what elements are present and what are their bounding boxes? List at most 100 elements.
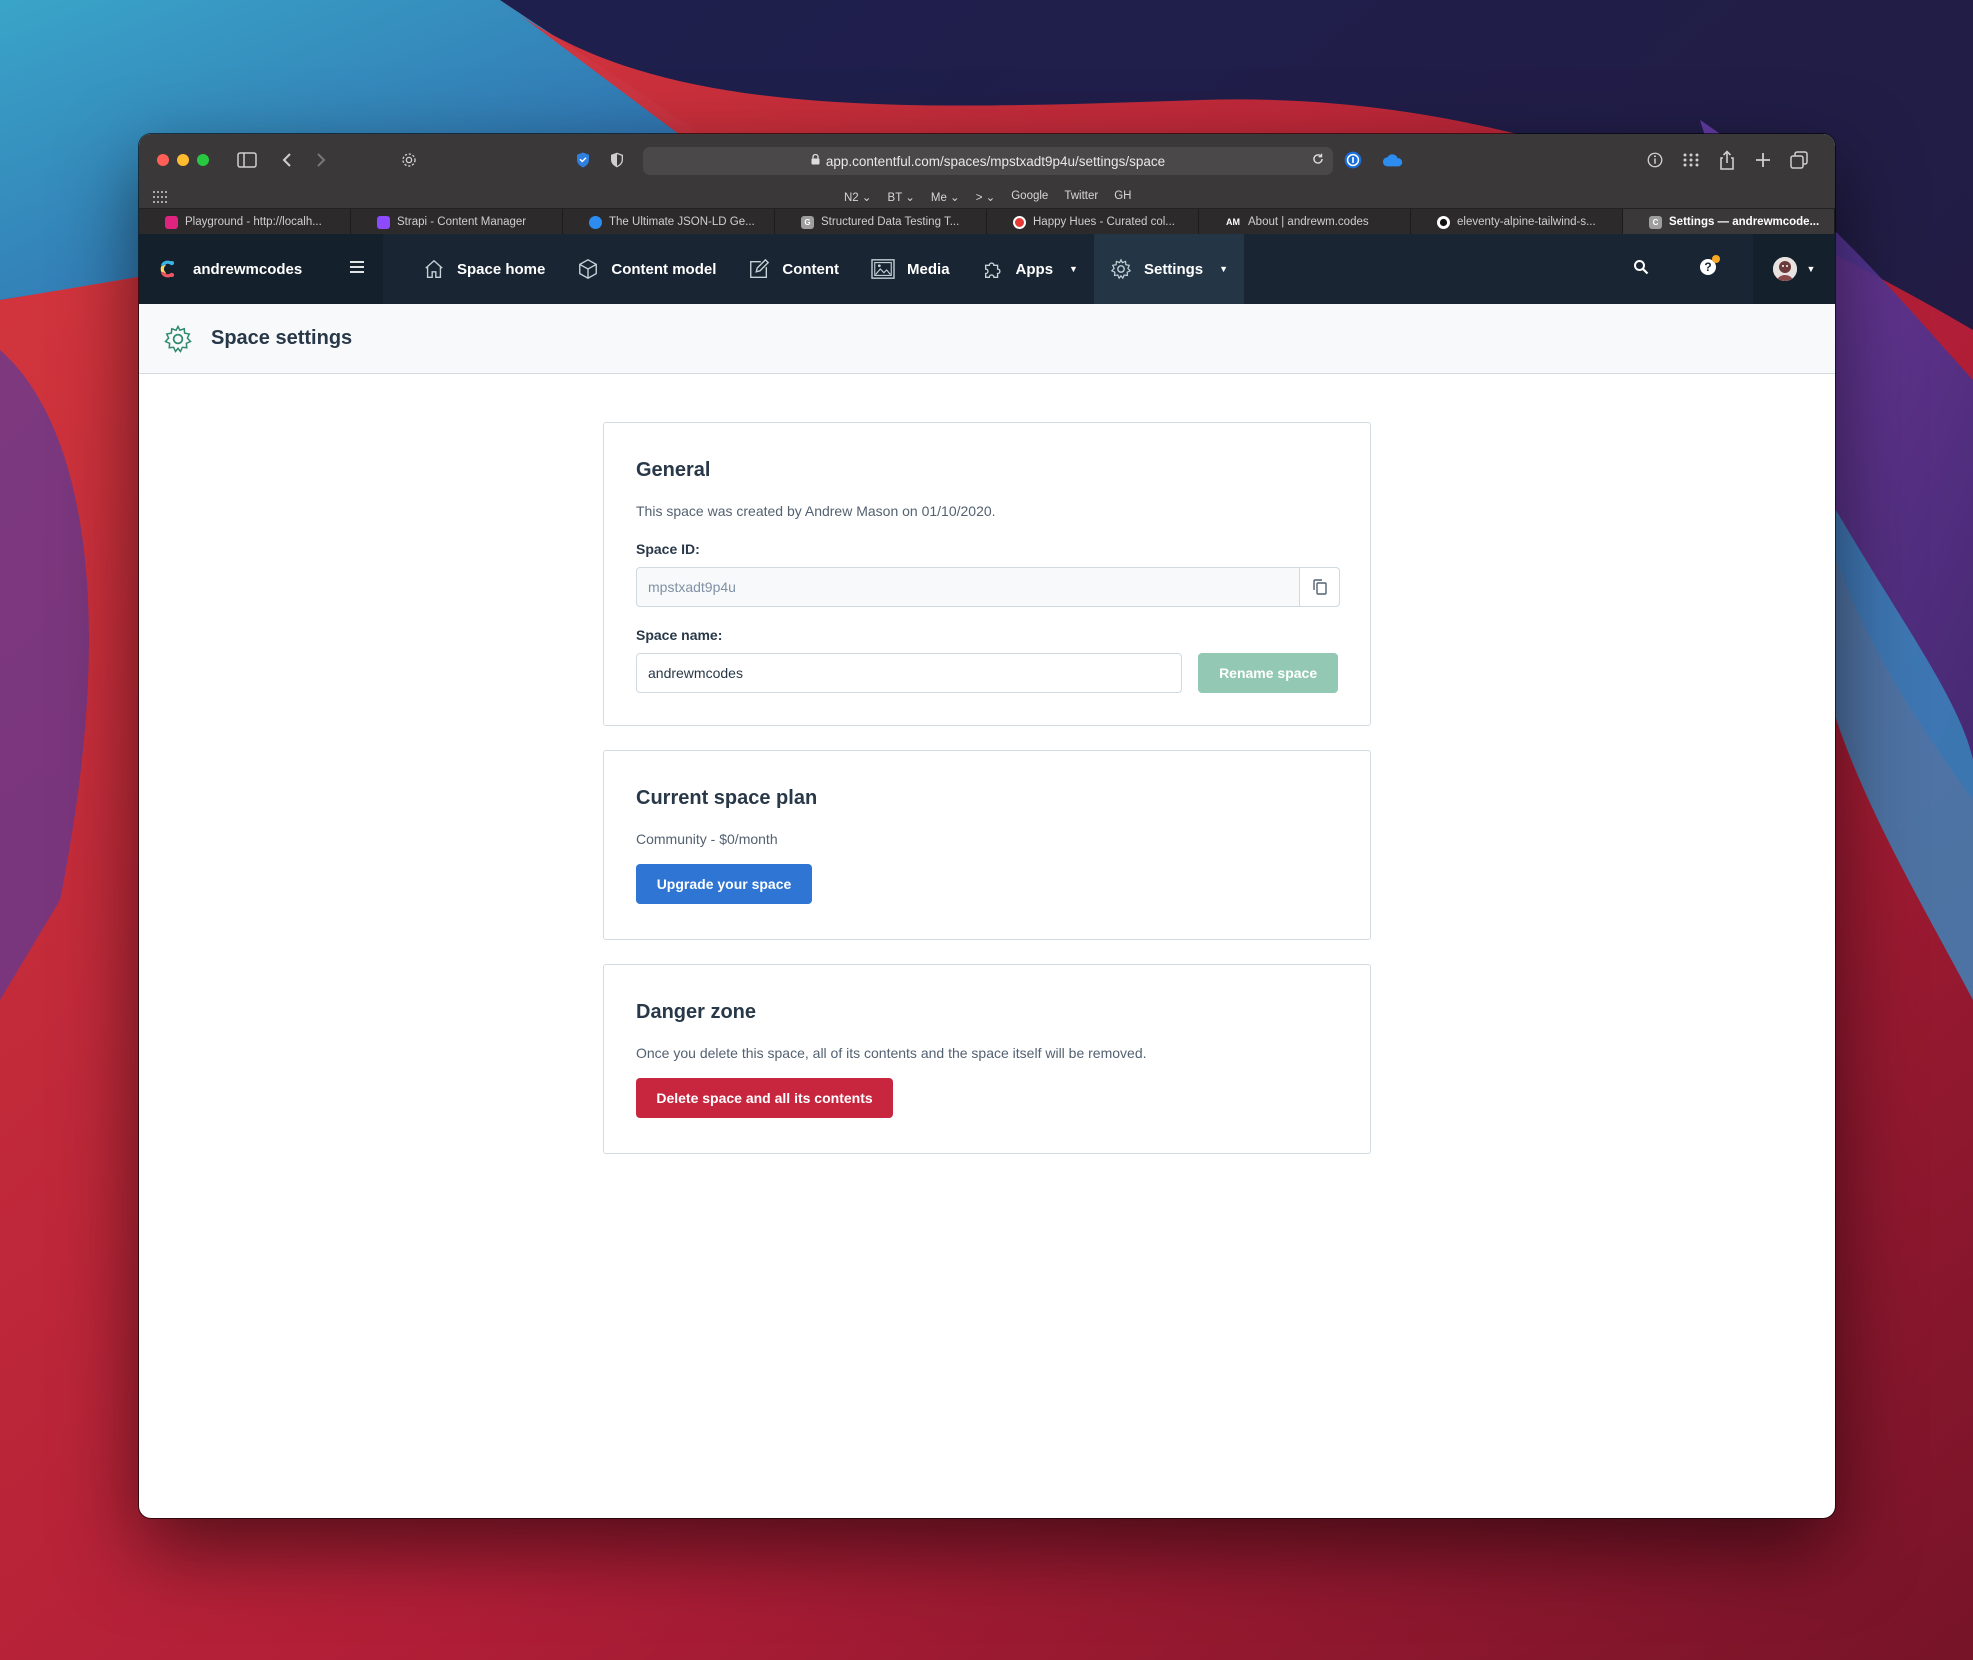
browser-window: app.contentful.com/spaces/mpstxadt9p4u/s…: [139, 134, 1835, 1518]
bookmark-item[interactable]: GH: [1114, 190, 1131, 204]
nav-item-space-home[interactable]: Space home: [407, 234, 561, 304]
bitwarden-shield-icon[interactable]: [571, 148, 595, 172]
danger-warning-text: Once you delete this space, all of its c…: [636, 1045, 1147, 1061]
bookmark-item[interactable]: Me ⌄: [931, 190, 960, 204]
browser-tab[interactable]: Strapi - Content Manager: [351, 209, 563, 235]
favicon-icon: G: [801, 215, 814, 229]
bookmark-item[interactable]: BT ⌄: [888, 190, 915, 204]
new-tab-icon[interactable]: [1751, 148, 1775, 172]
search-icon[interactable]: [1633, 259, 1649, 280]
browser-tab[interactable]: Playground - http://localh...: [139, 209, 351, 235]
page-title: Space settings: [211, 327, 353, 349]
space-plan-heading: Current space plan: [636, 787, 818, 809]
app-navigation: andrewmcodes Space home Content model Co…: [139, 234, 1835, 304]
danger-zone-heading: Danger zone: [636, 1001, 757, 1023]
bookmark-item[interactable]: > ⌄: [976, 190, 996, 204]
nav-label: Content model: [611, 260, 717, 278]
space-created-text: This space was created by Andrew Mason o…: [636, 503, 996, 519]
url-text: app.contentful.com/spaces/mpstxadt9p4u/s…: [825, 153, 1166, 169]
tab-bar: Playground - http://localh... Strapi - C…: [139, 208, 1835, 235]
settings-gear-icon: [164, 324, 192, 353]
zoom-window-button[interactable]: [197, 154, 209, 166]
bookmark-item[interactable]: Google: [1011, 190, 1048, 204]
general-card: General This space was created by Andrew…: [603, 422, 1371, 726]
space-name-input[interactable]: andrewmcodes: [636, 653, 1183, 693]
space-switcher[interactable]: andrewmcodes: [139, 234, 383, 304]
nav-label: Content: [782, 260, 840, 278]
space-id-value: mpstxadt9p4u: [648, 579, 736, 595]
space-name: andrewmcodes: [193, 260, 303, 278]
bookmarks-grid-icon[interactable]: [153, 191, 167, 206]
account-menu[interactable]: ▼: [1753, 234, 1835, 304]
general-heading: General: [636, 459, 711, 481]
tab-label: The Ultimate JSON-LD Ge...: [609, 216, 755, 228]
nav-item-content[interactable]: Content: [732, 234, 855, 304]
favicon-icon: [165, 215, 178, 229]
reload-icon[interactable]: [1311, 152, 1325, 169]
bookmarks-bar: N2 ⌄ BT ⌄ Me ⌄ > ⌄ Google Twitter GH: [139, 186, 1835, 208]
hamburger-menu-icon[interactable]: [349, 260, 365, 279]
browser-tab[interactable]: The Ultimate JSON-LD Ge...: [563, 209, 775, 235]
extension-gear-icon[interactable]: [397, 148, 421, 172]
contentful-logo-icon: [160, 260, 174, 278]
nav-utilities: ? ▼: [1633, 234, 1835, 304]
close-window-button[interactable]: [157, 154, 169, 166]
help-icon[interactable]: ?: [1699, 254, 1720, 281]
minimize-window-button[interactable]: [177, 154, 189, 166]
delete-space-button[interactable]: Delete space and all its contents: [636, 1078, 893, 1118]
github-icon: [1437, 215, 1450, 229]
favicon-icon: C: [1649, 215, 1662, 229]
space-id-label: Space ID:: [636, 541, 700, 557]
sidebar-toggle-icon[interactable]: [235, 148, 259, 172]
favicon-icon: [377, 215, 390, 229]
danger-zone-card: Danger zone Once you delete this space, …: [603, 964, 1371, 1154]
space-plan-card: Current space plan Community - $0/month …: [603, 750, 1371, 940]
nav-label: Apps: [1015, 260, 1054, 278]
tab-label: Structured Data Testing T...: [821, 216, 960, 228]
copy-button[interactable]: [1299, 568, 1339, 606]
browser-tab[interactable]: eleventy-alpine-tailwind-s...: [1411, 209, 1623, 235]
tab-label: Strapi - Content Manager: [397, 216, 527, 228]
bookmark-item[interactable]: N2 ⌄: [844, 190, 872, 204]
share-icon[interactable]: [1715, 148, 1739, 172]
privacy-shield-icon[interactable]: [605, 148, 629, 172]
space-name-value: andrewmcodes: [648, 665, 743, 681]
nav-label: Media: [907, 260, 950, 278]
nav-item-apps[interactable]: Apps ▼: [966, 234, 1094, 304]
browser-tab[interactable]: G Structured Data Testing T...: [775, 209, 987, 235]
main-nav: Space home Content model Content Media A…: [407, 234, 1245, 304]
address-bar[interactable]: app.contentful.com/spaces/mpstxadt9p4u/s…: [643, 147, 1333, 175]
onepassword-icon[interactable]: [1341, 148, 1365, 172]
tab-overview-icon[interactable]: [1787, 148, 1811, 172]
cloud-icon[interactable]: [1379, 148, 1407, 172]
nav-item-settings[interactable]: Settings ▼: [1093, 234, 1245, 304]
tab-label: About | andrewm.codes: [1248, 216, 1369, 228]
notification-dot: [1712, 254, 1720, 263]
copy-icon: [1312, 579, 1327, 595]
nav-item-content-model[interactable]: Content model: [561, 234, 732, 304]
caret-down-icon: ▼: [1806, 264, 1816, 274]
favicon-icon: AM: [1226, 217, 1240, 227]
space-id-field[interactable]: mpstxadt9p4u: [636, 567, 1340, 607]
browser-tab[interactable]: Happy Hues - Curated col...: [987, 209, 1199, 235]
favicon-icon: [1013, 215, 1026, 229]
page-body: General This space was created by Andrew…: [139, 374, 1835, 1504]
rename-space-button[interactable]: Rename space: [1198, 653, 1338, 693]
upgrade-space-button[interactable]: Upgrade your space: [636, 864, 812, 904]
home-icon: [425, 259, 443, 278]
media-icon: [871, 259, 895, 279]
browser-tab[interactable]: AM About | andrewm.codes: [1199, 209, 1411, 235]
browser-tab-active[interactable]: C Settings — andrewmcode...: [1623, 209, 1835, 235]
forward-icon[interactable]: [309, 148, 333, 172]
edit-icon: [750, 258, 770, 278]
space-name-label: Space name:: [636, 627, 723, 643]
nav-item-media[interactable]: Media: [855, 234, 966, 304]
apps-grid-icon[interactable]: [1679, 148, 1703, 172]
nav-label: Space home: [457, 260, 546, 278]
nav-label: Settings: [1143, 260, 1204, 278]
puzzle-icon: [984, 262, 1001, 278]
info-icon[interactable]: [1643, 148, 1667, 172]
back-icon[interactable]: [275, 148, 299, 172]
bookmark-item[interactable]: Twitter: [1064, 190, 1098, 204]
svg-text:?: ?: [1704, 260, 1711, 274]
